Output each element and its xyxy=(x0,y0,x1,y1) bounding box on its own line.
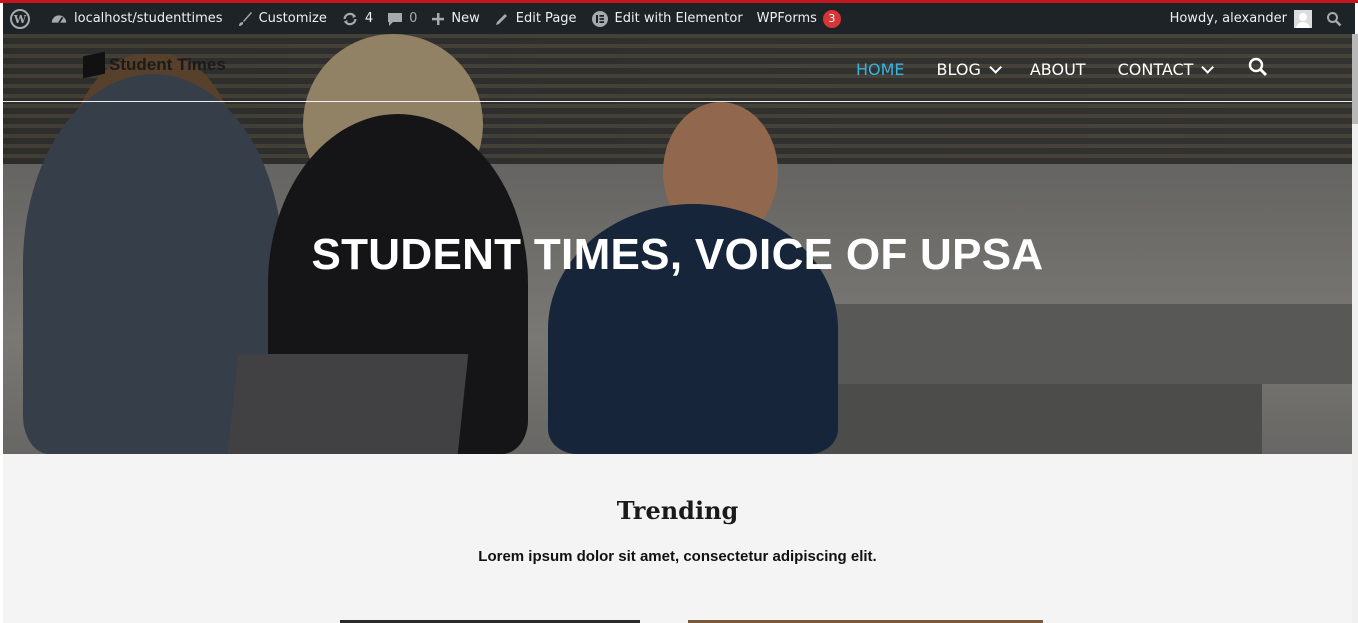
pencil-icon xyxy=(495,13,507,25)
updates-icon xyxy=(343,12,357,25)
plus-icon xyxy=(432,12,445,25)
customize-label: Customize xyxy=(258,11,327,26)
edit-page-label: Edit Page xyxy=(515,11,577,26)
nav-search-button[interactable] xyxy=(1248,57,1268,81)
howdy-label: Howdy, alexander xyxy=(1169,11,1287,26)
wordpress-icon: W xyxy=(10,8,30,29)
section-title: Trending xyxy=(616,496,739,525)
nav-blog[interactable]: BLOG xyxy=(936,59,1002,79)
new-content-link[interactable]: New xyxy=(424,3,486,34)
adminbar-search-button[interactable] xyxy=(1319,3,1355,34)
wpforms-badge: 3 xyxy=(822,9,841,28)
wpforms-label: WPForms xyxy=(756,11,817,26)
main-nav: HOME BLOG ABOUT CONTACT xyxy=(856,57,1268,81)
logo-mark-icon xyxy=(83,51,105,79)
search-icon xyxy=(1249,57,1268,77)
elementor-icon xyxy=(591,10,608,27)
comment-icon xyxy=(388,12,403,26)
edit-elementor-link[interactable]: Edit with Elementor xyxy=(584,3,750,34)
customize-link[interactable]: Customize xyxy=(230,3,334,34)
site-name-label: localhost/studenttimes xyxy=(74,11,223,26)
dashboard-icon xyxy=(51,14,67,23)
avatar xyxy=(1294,9,1312,28)
nav-blog-label: BLOG xyxy=(936,59,981,79)
trending-section: Trending Lorem ipsum dolor sit amet, con… xyxy=(3,454,1352,623)
svg-text:W: W xyxy=(13,13,27,26)
nav-contact-label: CONTACT xyxy=(1117,59,1194,79)
updates-link[interactable]: 4 xyxy=(334,3,380,34)
scrollbar-thumb[interactable] xyxy=(1352,34,1358,124)
site-name-link[interactable]: localhost/studenttimes xyxy=(43,3,230,34)
wp-admin-bar: W localhost/studenttimes Customize 4 0 N… xyxy=(3,3,1355,34)
wpforms-link[interactable]: WPForms 3 xyxy=(750,3,848,34)
header-divider xyxy=(3,101,1352,102)
site-logo[interactable]: Student Times xyxy=(83,51,226,79)
nav-home-label: HOME xyxy=(856,59,905,79)
hero-title: STUDENT TIMES, VOICE OF UPSA xyxy=(311,230,1044,279)
nav-home[interactable]: HOME xyxy=(856,60,905,79)
updates-count: 4 xyxy=(364,11,374,26)
wordpress-logo-button[interactable]: W xyxy=(3,3,43,34)
hero-section: Student Times HOME BLOG ABOUT CONTACT ST… xyxy=(3,34,1352,454)
comments-link[interactable]: 0 xyxy=(380,3,424,34)
edit-page-link[interactable]: Edit Page xyxy=(487,3,584,34)
site-logo-text: Student Times xyxy=(109,55,226,74)
new-label: New xyxy=(451,11,480,26)
nav-about-label: ABOUT xyxy=(1029,59,1086,79)
chevron-down-icon xyxy=(989,60,1002,74)
brush-icon xyxy=(238,11,252,26)
nav-contact[interactable]: CONTACT xyxy=(1117,59,1215,79)
chevron-down-icon xyxy=(1201,60,1215,74)
my-account-link[interactable]: Howdy, alexander xyxy=(1163,3,1319,34)
search-icon xyxy=(1327,11,1342,26)
nav-about[interactable]: ABOUT xyxy=(1030,60,1086,79)
section-subtitle: Lorem ipsum dolor sit amet, consectetur … xyxy=(478,548,877,565)
comments-count: 0 xyxy=(409,11,418,26)
edit-elementor-label: Edit with Elementor xyxy=(614,11,743,26)
